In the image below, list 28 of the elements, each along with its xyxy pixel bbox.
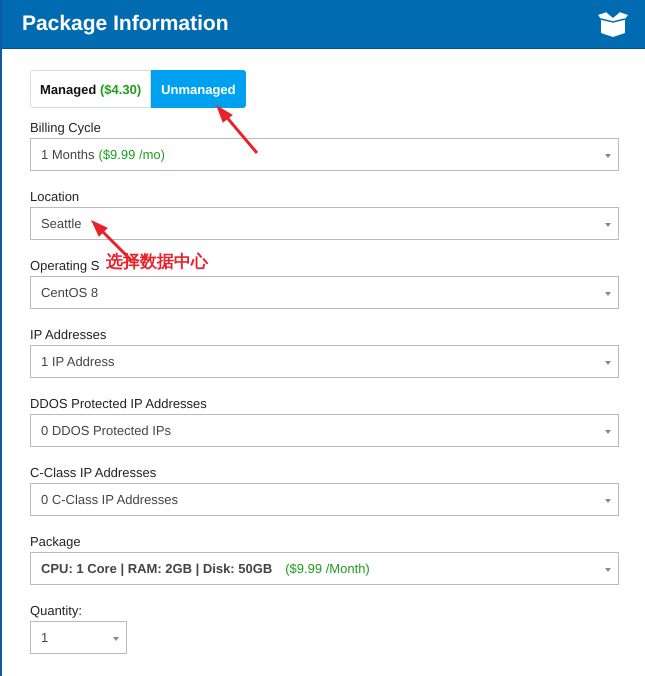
field-label: Package bbox=[30, 534, 81, 550]
caret-icon bbox=[605, 430, 611, 434]
caret-icon bbox=[113, 637, 119, 641]
dropdown-field[interactable]: 1 bbox=[30, 621, 127, 654]
caret-icon bbox=[605, 292, 611, 296]
dropdown-field[interactable]: 0 DDOS Protected IPs bbox=[30, 414, 619, 447]
caret-icon bbox=[605, 223, 611, 227]
dropdown-field[interactable]: 1 Months ($9.99 /mo) bbox=[30, 138, 619, 171]
field-label: Operating S bbox=[30, 258, 100, 274]
caret-icon bbox=[605, 568, 611, 572]
field-label: Billing Cycle bbox=[30, 120, 101, 136]
field-label: Location bbox=[30, 189, 80, 205]
panel-title: Package Information bbox=[22, 12, 229, 36]
dropdown-field[interactable]: Seattle bbox=[30, 207, 619, 240]
field-label: Quantity: bbox=[30, 603, 82, 619]
caret-icon bbox=[605, 361, 611, 365]
field-label: IP Addresses bbox=[30, 327, 106, 343]
caret-icon bbox=[605, 154, 611, 158]
caret-icon bbox=[605, 499, 611, 503]
dropdown-field[interactable]: CPU: 1 Core | RAM: 2GB | Disk: 50GB ($9.99 /Month) bbox=[30, 552, 619, 585]
dropdown-field[interactable]: CentOS 8 bbox=[30, 276, 619, 309]
field-label: C-Class IP Addresses bbox=[30, 465, 156, 481]
annotation-arrow bbox=[214, 104, 260, 156]
dropdown-field[interactable]: 0 C-Class IP Addresses bbox=[30, 483, 619, 516]
dropdown-field[interactable]: 1 IP Address bbox=[30, 345, 619, 378]
field-label: DDOS Protected IP Addresses bbox=[30, 396, 207, 412]
box-icon bbox=[595, 11, 631, 37]
plan-toggle-button[interactable]: Managed ($4.30) bbox=[30, 70, 152, 108]
